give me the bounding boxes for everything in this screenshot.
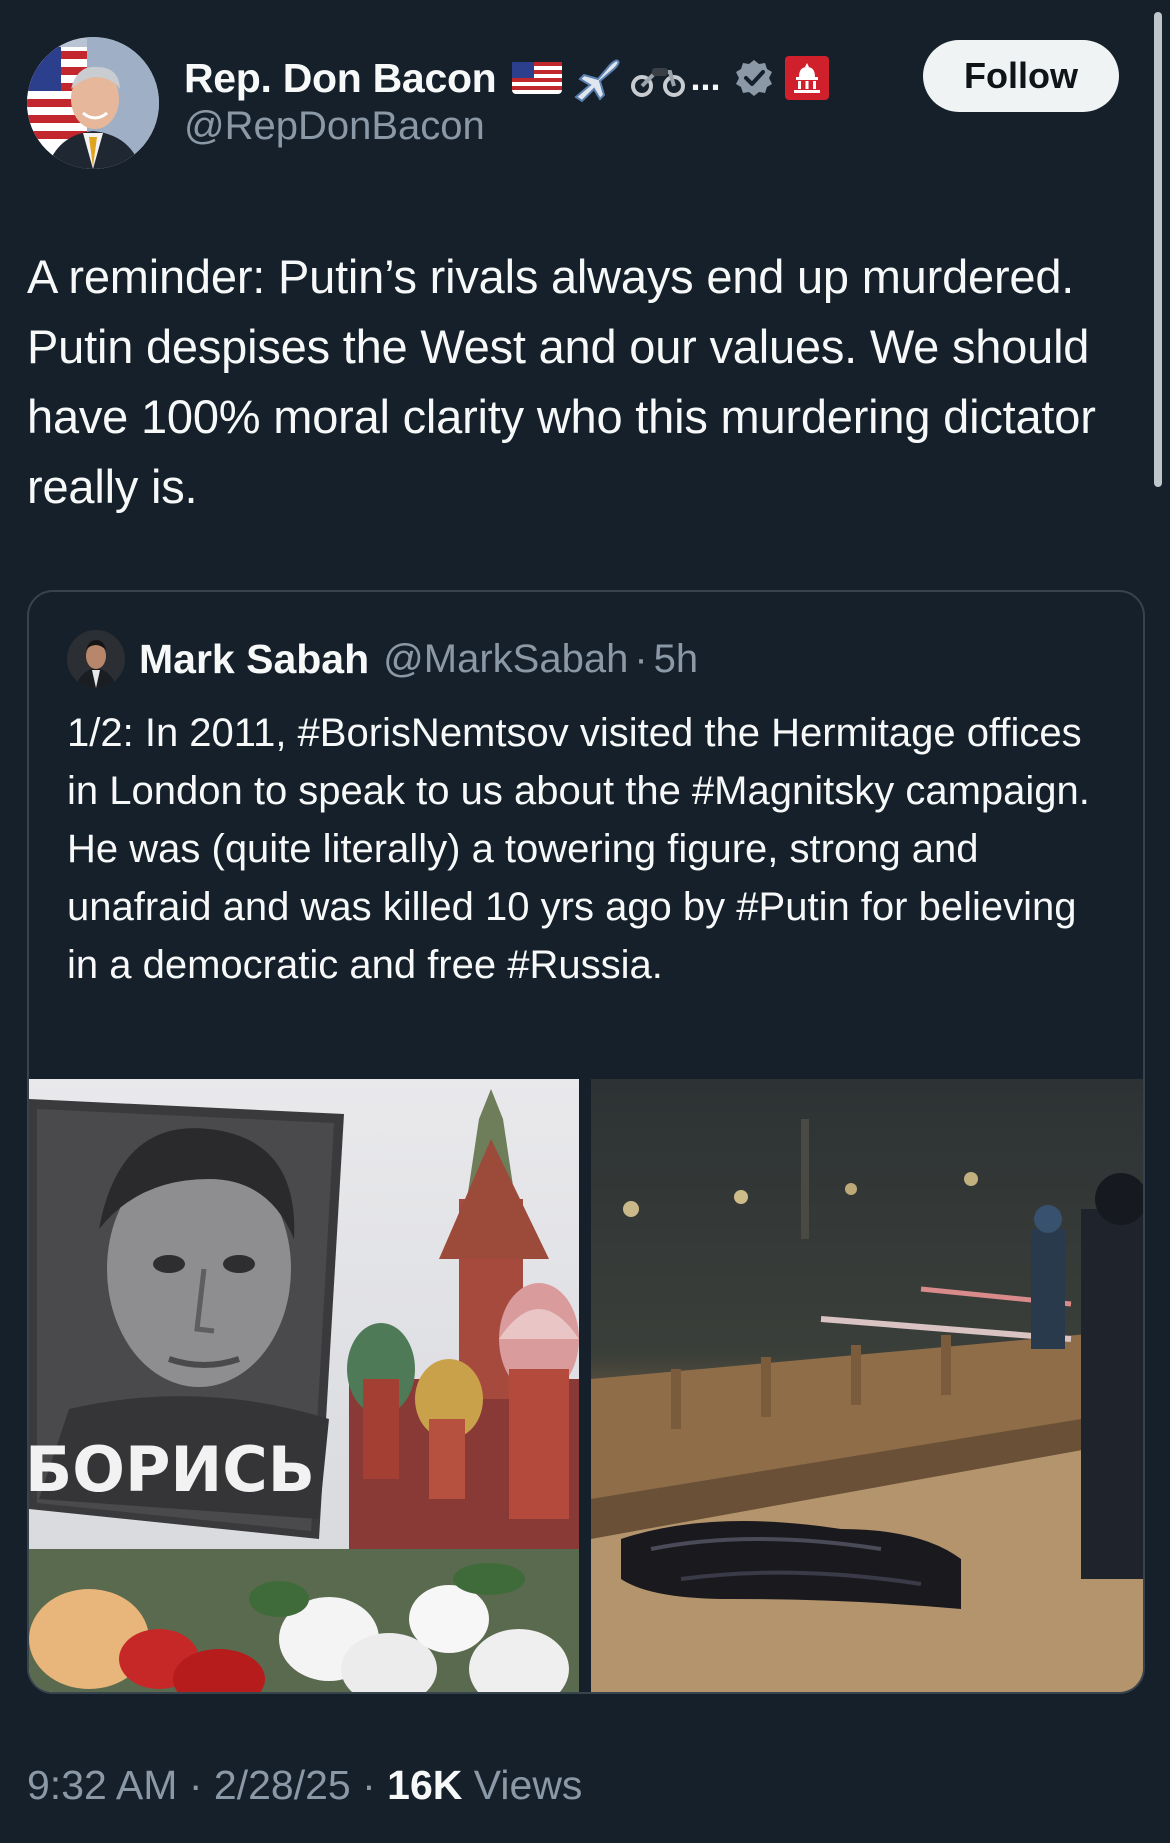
author-display-name[interactable]: Rep. Don Bacon <box>184 55 497 102</box>
name-emojis: ... <box>512 51 830 105</box>
us-flag-emoji-icon <box>512 60 563 96</box>
quoted-tweet-text: 1/2: In 2011, #BorisNemtsov visited the … <box>67 711 1090 987</box>
quoted-timestamp[interactable]: 5h <box>654 637 699 682</box>
follow-button[interactable]: Follow <box>923 40 1119 112</box>
tweet-metadata: 9:32 AM · 2/28/25 · 16K Views <box>27 1762 582 1809</box>
footer-separator: · <box>188 1762 203 1808</box>
footer-separator: · <box>362 1762 376 1808</box>
quoted-tweet-header: Mark Sabah @MarkSabah · 5h <box>67 629 698 689</box>
author-avatar[interactable] <box>27 37 159 169</box>
quoted-author-handle[interactable]: @MarkSabah <box>383 637 628 682</box>
views-label: Views <box>473 1762 583 1808</box>
author-name-row: Rep. Don Bacon ... <box>184 50 830 106</box>
author-handle[interactable]: @RepDonBacon <box>184 104 485 149</box>
verified-badge-icon[interactable] <box>734 58 774 98</box>
tweet-date[interactable]: 2/28/25 <box>214 1762 351 1808</box>
tweet-time[interactable]: 9:32 AM <box>27 1762 177 1808</box>
name-ellipsis: ... <box>690 57 721 98</box>
capitol-affiliate-badge-icon[interactable] <box>784 55 830 101</box>
media-photo-bridge-scene[interactable] <box>591 1079 1143 1692</box>
media-photo-memorial[interactable]: БОРИСЬ <box>29 1079 579 1692</box>
media-divider <box>579 1079 591 1692</box>
motorcycle-emoji-icon <box>630 58 686 98</box>
quoted-media-grid: БОРИСЬ <box>29 1079 1143 1692</box>
quoted-tweet-card[interactable]: Mark Sabah @MarkSabah · 5h 1/2: In 2011,… <box>27 590 1145 1694</box>
poster-text: БОРИСЬ <box>29 1433 315 1506</box>
quoted-author-name[interactable]: Mark Sabah <box>139 636 369 683</box>
airplane-emoji-icon <box>570 51 624 105</box>
quoted-author-avatar[interactable] <box>67 630 125 688</box>
views-count: 16K <box>387 1762 463 1808</box>
tweet-text: A reminder: Putin’s rivals always end up… <box>27 250 1096 513</box>
quoted-separator: · <box>634 636 648 681</box>
scrollbar[interactable] <box>1154 12 1162 487</box>
